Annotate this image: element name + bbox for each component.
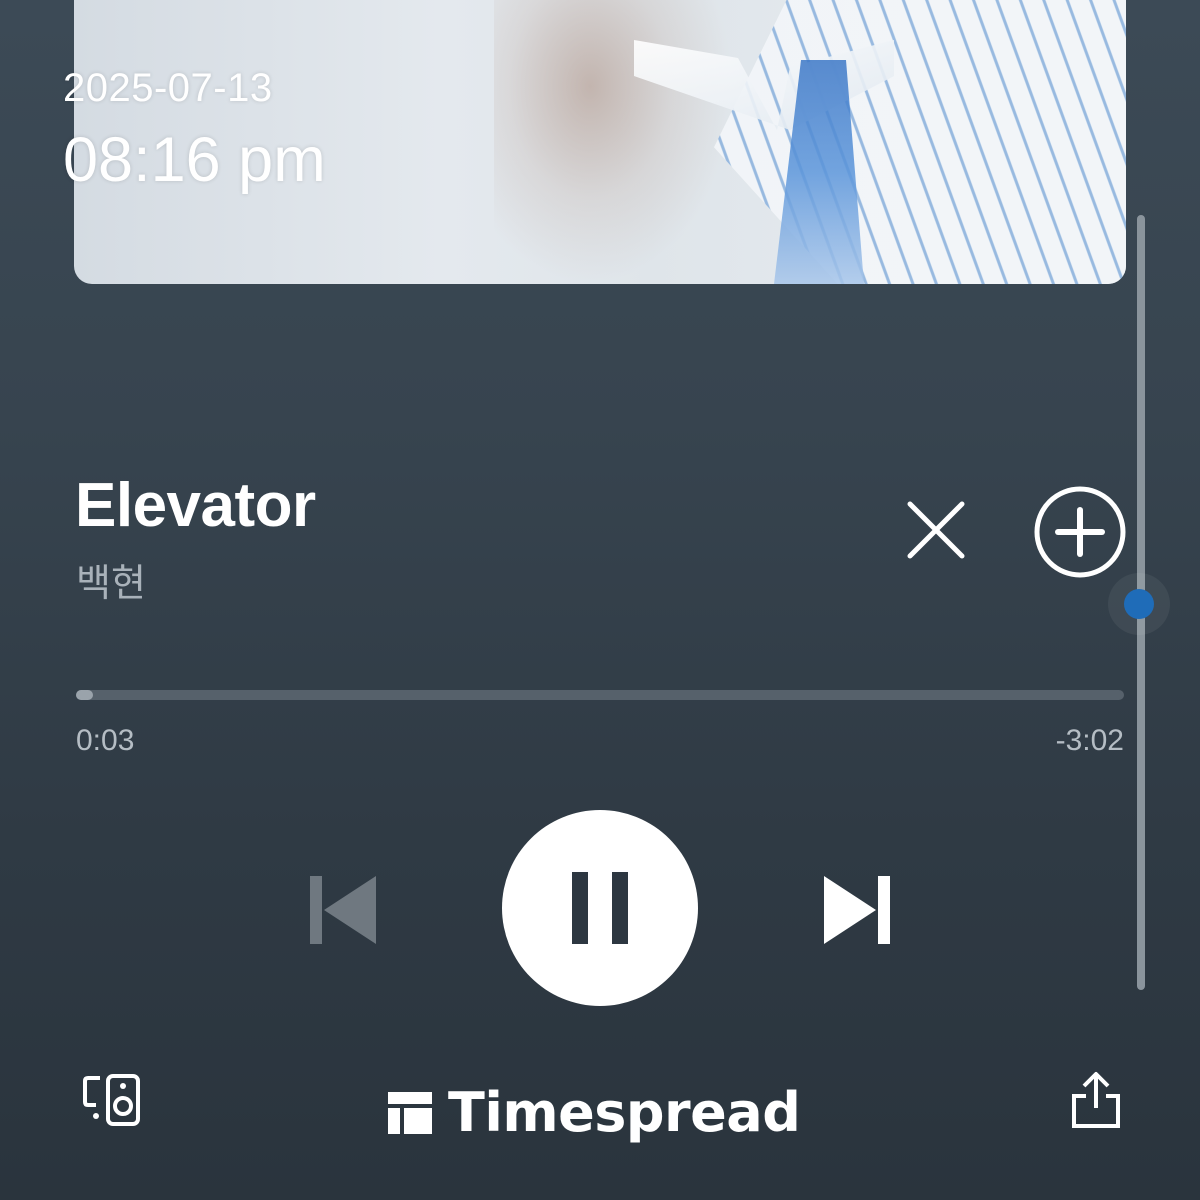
progress-bar[interactable] <box>76 690 1124 700</box>
watermark-brand: Timespread <box>448 1080 801 1144</box>
device-speaker-icon <box>83 1074 140 1126</box>
skip-previous-icon <box>310 876 376 944</box>
next-track-button[interactable] <box>820 870 894 950</box>
overlay-date: 2025-07-13 <box>63 66 273 110</box>
overlay-time: 08:16 pm <box>63 125 326 195</box>
previous-track-button[interactable] <box>306 870 380 950</box>
add-to-playlist-button[interactable] <box>1032 484 1128 580</box>
album-art-shadow <box>494 0 734 284</box>
time-elapsed: 0:03 <box>76 724 135 757</box>
connect-device-button[interactable] <box>80 1072 150 1132</box>
progress-bar-fill <box>76 690 93 700</box>
pause-icon <box>572 872 628 944</box>
play-pause-button[interactable] <box>502 810 698 1006</box>
artist-name[interactable]: 백현 <box>76 552 146 607</box>
volume-slider-thumb[interactable] <box>1124 589 1154 619</box>
timespread-logo-icon <box>388 1092 432 1134</box>
song-title: Elevator <box>75 471 316 540</box>
close-icon <box>907 501 965 559</box>
watermark: Timespread <box>386 1080 801 1144</box>
add-circle-icon <box>1034 486 1126 578</box>
album-art-shirt <box>714 0 1126 284</box>
skip-next-icon <box>824 876 890 944</box>
close-button[interactable] <box>898 492 974 568</box>
time-remaining: -3:02 <box>1055 724 1124 757</box>
share-icon <box>1072 1072 1120 1128</box>
share-button[interactable] <box>1066 1068 1126 1132</box>
